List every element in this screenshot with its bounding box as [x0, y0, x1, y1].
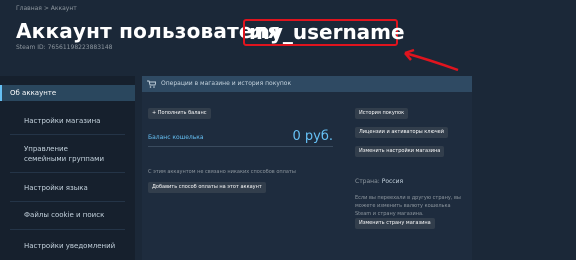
sidebar-item-label: Настройки магазина: [24, 117, 101, 125]
divider: [10, 134, 125, 135]
move-note: Если вы переехали в другую страну, вы мо…: [355, 195, 461, 217]
sidebar-item-label: Настройки языка: [24, 184, 88, 192]
store-panel-title: Операции в магазине и история покупок: [161, 80, 292, 87]
change-country-button[interactable]: Изменить страну магазина: [355, 218, 435, 229]
add-funds-button[interactable]: + Пополнить баланс: [148, 108, 211, 119]
wallet-balance-link[interactable]: Баланс кошелька: [148, 134, 204, 141]
store-panel-header: Операции в магазине и история покупок: [142, 76, 472, 92]
store-prefs-button[interactable]: Изменить настройки магазина: [355, 146, 445, 157]
no-payment-note: С этим аккаунтом не связано никаких спос…: [148, 169, 296, 175]
sidebar-item-label: Управление семейными группами: [24, 145, 104, 163]
divider: [10, 201, 125, 202]
divider: [148, 146, 333, 147]
country-row: Страна: Россия: [355, 178, 403, 186]
sidebar-item-label: Файлы cookie и поиск: [24, 211, 105, 219]
sidebar-item-label: Настройки уведомлений: [24, 242, 116, 250]
page-title: Аккаунт пользователя: [16, 19, 281, 43]
country-value: Россия: [381, 178, 404, 185]
sidebar-item-family[interactable]: Управление семейными группами: [0, 144, 110, 164]
sidebar: Об аккаунте Настройки магазина Управлени…: [0, 76, 135, 260]
breadcrumb[interactable]: Главная > Аккаунт: [16, 5, 77, 12]
sidebar-item-language[interactable]: Настройки языка: [0, 183, 135, 193]
sidebar-item-notifications[interactable]: Настройки уведомлений: [0, 241, 135, 251]
licenses-button[interactable]: Лицензии и активаторы ключей: [355, 127, 448, 138]
add-payment-button[interactable]: Добавить способ оплаты на этот аккаунт: [148, 182, 266, 193]
username: my_username: [249, 20, 405, 44]
sidebar-item-cookies[interactable]: Файлы cookie и поиск: [0, 210, 135, 220]
sidebar-item-label: Об аккаунте: [10, 89, 57, 97]
sidebar-item-about[interactable]: Об аккаунте: [0, 85, 135, 101]
country-label: Страна:: [355, 178, 380, 185]
divider: [10, 172, 125, 173]
steam-id: Steam ID: 76561198223883148: [16, 44, 113, 51]
sidebar-item-store-settings[interactable]: Настройки магазина: [0, 116, 135, 126]
wallet-balance-value: 0 руб.: [292, 129, 334, 144]
purchase-history-button[interactable]: История покупок: [355, 108, 409, 119]
divider: [10, 229, 125, 230]
cart-icon: [147, 80, 156, 88]
